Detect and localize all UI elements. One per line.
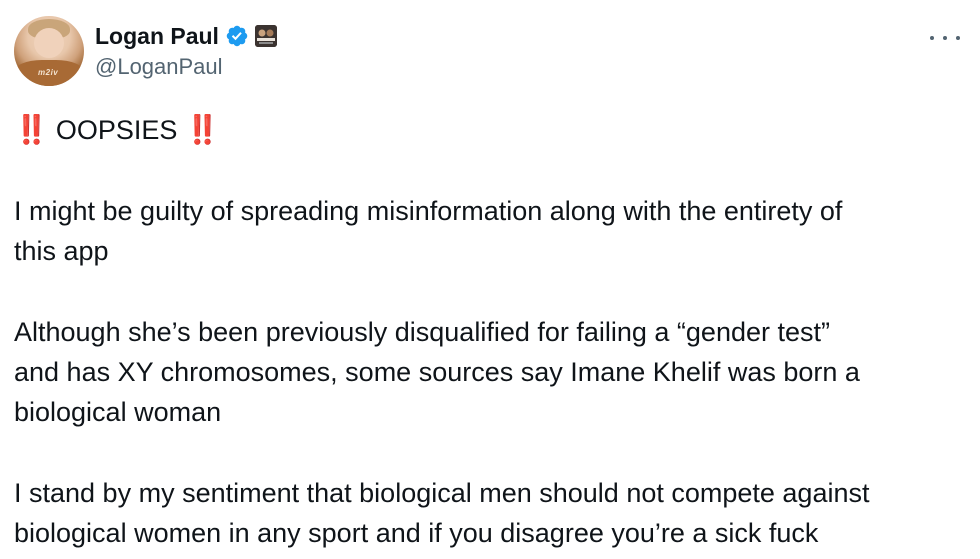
avatar[interactable]: m2iv [14, 16, 84, 86]
tweet-line: biological woman [14, 397, 222, 427]
display-name[interactable]: Logan Paul [95, 23, 219, 50]
tweet-header: m2iv Logan Paul @LoganPaul [14, 16, 966, 86]
tweet-line: biological women in any sport and if you… [14, 518, 819, 548]
name-row: Logan Paul [95, 22, 277, 50]
double-exclamation-icon: ‼️ [14, 114, 49, 145]
user-handle[interactable]: @LoganPaul [95, 54, 223, 80]
tweet-line: Although she’s been previously disqualif… [14, 317, 830, 347]
affiliate-badge-icon[interactable] [254, 25, 277, 47]
avatar-shirt-text: m2iv [38, 68, 59, 77]
tweet-line: this app [14, 236, 109, 266]
tweet-line: I stand by my sentiment that biological … [14, 478, 870, 508]
double-exclamation-icon: ‼️ [185, 114, 220, 145]
tweet-headline: OOPSIES [55, 115, 178, 145]
tweet-line: and has XY chromosomes, some sources say… [14, 357, 860, 387]
verified-badge-icon[interactable] [225, 24, 249, 48]
tweet-line: I might be guilty of spreading misinform… [14, 196, 843, 226]
more-options-icon[interactable] [930, 28, 960, 48]
tweet-headline-line: ‼️ OOPSIES ‼️ [14, 110, 969, 150]
tweet-text: ‼️ OOPSIES ‼️ I might be guilty of sprea… [14, 110, 969, 553]
